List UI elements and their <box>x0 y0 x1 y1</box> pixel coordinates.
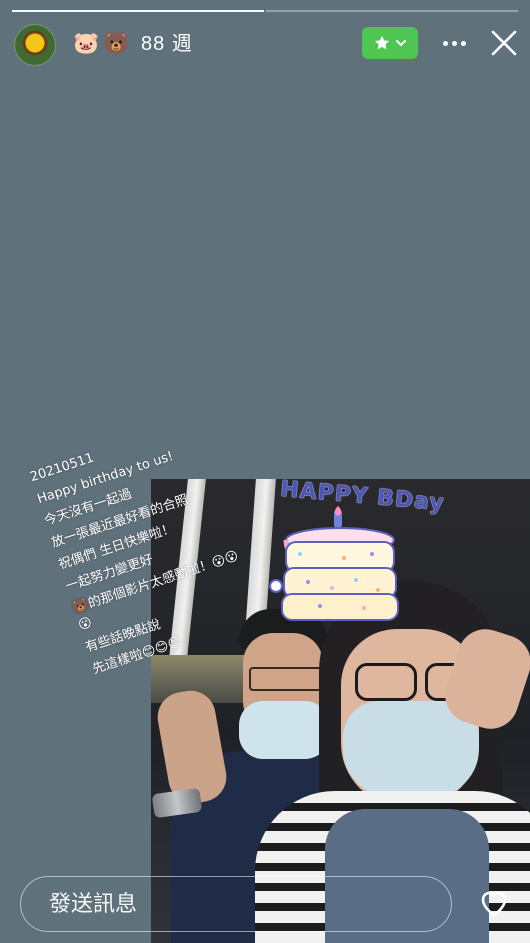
star-icon <box>374 35 390 50</box>
close-icon[interactable] <box>488 27 520 59</box>
more-dots-icon[interactable] <box>438 27 470 59</box>
progress-segment-viewed <box>12 10 264 12</box>
story-progress <box>12 10 518 12</box>
heart-icon[interactable] <box>478 888 510 920</box>
star-button[interactable] <box>362 27 418 59</box>
pig-emoji: 🐷 <box>73 32 100 55</box>
story-header: 🐷 🐻 88 週 <box>0 22 530 68</box>
story-viewer: 🐷 🐻 88 週 HAPPY BDay 20210511 Happy birth… <box>0 0 530 943</box>
progress-segment-current <box>266 10 518 12</box>
sunflower-avatar[interactable] <box>14 24 56 66</box>
birthday-cake-sticker <box>269 506 399 621</box>
reply-input[interactable] <box>20 876 452 932</box>
chevron-down-icon <box>396 40 406 47</box>
bear-emoji: 🐻 <box>103 32 130 55</box>
story-age: 88 週 <box>141 33 193 55</box>
